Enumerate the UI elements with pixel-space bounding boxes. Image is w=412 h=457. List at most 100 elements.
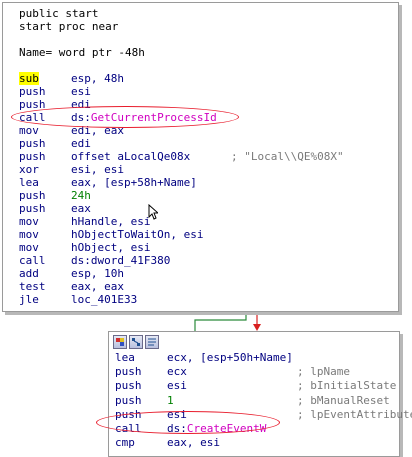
graph-icon[interactable]: [129, 335, 143, 349]
code-line: mov hHandle, esi: [19, 215, 389, 228]
code-line: Name= word ptr -48h: [19, 46, 389, 59]
code-line: call ds:dword_41F380: [19, 254, 389, 267]
operand-text: eax, esi: [167, 436, 220, 450]
comment: ; lpEventAttributes: [297, 407, 412, 421]
operand-text: ecx: [167, 365, 187, 379]
mnemonic: push: [19, 150, 46, 163]
operand-text: hHandle, esi: [71, 215, 151, 228]
operand: eax, esi: [167, 436, 220, 449]
code-line: jle loc_401E33: [19, 293, 389, 306]
operand: edi: [71, 137, 91, 150]
mnemonic: mov: [19, 228, 39, 241]
comment: ; "Local\\QE%08X": [231, 150, 344, 163]
highlight-ellipse-getcurrentprocessid: [11, 106, 239, 128]
operand-text: esi: [167, 379, 187, 393]
operand-text: eax, [esp+58h+Name]: [71, 176, 197, 189]
operand-text: hObject, esi: [71, 241, 151, 254]
operand-text: esi, esi: [71, 163, 124, 176]
code-line: lea ecx, [esp+50h+Name]: [115, 351, 395, 364]
operand-text: eax, eax: [71, 280, 124, 293]
code-line: push esi: [19, 85, 389, 98]
mnemonic: call: [19, 254, 46, 267]
mnemonic: push: [19, 202, 46, 215]
code-line: add esp, 10h: [19, 267, 389, 280]
operand-text: esi: [71, 85, 91, 98]
mnemonic: jle: [19, 293, 39, 306]
code-block-create-event[interactable]: lea ecx, [esp+50h+Name] push ecx; lpName pus…: [108, 331, 412, 457]
color-icon[interactable]: [113, 335, 127, 349]
mnemonic: test: [19, 280, 46, 293]
operand-text: edi: [71, 137, 91, 150]
operand-text: esp, 48h: [71, 72, 124, 85]
operand: ds:dword_41F380: [71, 254, 170, 267]
code-line: test eax, eax: [19, 280, 389, 293]
code-header: Name= word ptr -48h: [19, 46, 145, 59]
operand: esi, esi: [71, 163, 124, 176]
operand: eax, [esp+58h+Name]: [71, 176, 197, 189]
true-branch-edge: [194, 312, 247, 331]
code-header: public start: [19, 7, 99, 20]
code-block-start[interactable]: public start start proc near Name= word pt…: [2, 2, 399, 312]
code-line: push offset aLocalQe08x ; "Local\\QE%08X": [19, 150, 389, 163]
code-line: xor esi, esi: [19, 163, 389, 176]
operand-text: loc_401E33: [71, 293, 138, 306]
text-view-icon[interactable]: [145, 335, 159, 349]
operand: offset aLocalQe08x: [71, 150, 190, 163]
code-line: mov hObject, esi: [19, 241, 389, 254]
operand: loc_401E33: [71, 293, 137, 306]
mnemonic: mov: [19, 241, 39, 254]
operand-text: esp, 10h: [71, 267, 124, 280]
operand-text: ecx, [esp+50h+Name]: [167, 351, 293, 364]
operand-text: 1: [167, 393, 174, 407]
code-line: push ecx ; lpName: [115, 365, 395, 378]
code-line: start proc near: [19, 20, 389, 33]
operand-text: offset aLocalQe08x: [71, 150, 191, 163]
mnemonic: add: [19, 267, 39, 280]
operand: hObject, esi: [71, 241, 150, 254]
code-line: push eax: [19, 202, 389, 215]
code-line: push esi ; bInitialState: [115, 379, 397, 393]
operand-text: 24h: [71, 189, 91, 202]
code-line: public start: [19, 7, 389, 20]
operand: hHandle, esi: [71, 215, 150, 228]
mnemonic: push: [115, 379, 142, 393]
mnemonic: mov: [19, 215, 39, 228]
code-line: push 1 ; bManualReset: [115, 394, 395, 407]
comment: ; bManualReset: [297, 393, 390, 407]
mnemonic: xor: [19, 163, 39, 176]
operand: 1: [167, 394, 174, 407]
highlight-ellipse-createeventw: [96, 411, 280, 434]
operand: hObjectToWaitOn, esi: [71, 228, 203, 241]
mnemonic: lea: [115, 351, 135, 364]
mnemonic: push: [19, 189, 46, 202]
operand: 24h: [71, 189, 91, 202]
operand-text: eax: [71, 202, 91, 215]
code-line: lea eax, [esp+58h+Name]: [19, 176, 389, 189]
operand: eax: [71, 202, 91, 215]
mnemonic: push: [19, 85, 46, 98]
operand: ecx, [esp+50h+Name]: [167, 351, 293, 364]
false-branch-arrowhead: [253, 324, 261, 331]
code-line: push 24h: [19, 189, 389, 202]
operand-text: ds:dword_41F380: [71, 254, 171, 267]
code-header: start proc near: [19, 20, 119, 33]
mnemonic: sub: [19, 72, 39, 85]
operand: esi: [71, 85, 91, 98]
operand: esp, 48h: [71, 72, 124, 85]
code-line: push edi: [19, 137, 389, 150]
comment: ; lpName: [297, 365, 350, 379]
operand: ecx: [167, 365, 187, 378]
code-line: mov hObjectToWaitOn, esi: [19, 228, 389, 241]
mnemonic: push: [19, 137, 46, 150]
mnemonic: cmp: [115, 436, 135, 450]
operand: esi: [167, 379, 187, 392]
comment: ; bInitialState: [297, 379, 397, 393]
operand: esp, 10h: [71, 267, 124, 280]
mouse-cursor-icon: [148, 204, 158, 220]
code-line: sub esp, 48h: [19, 72, 389, 85]
mnemonic: push: [115, 393, 142, 407]
mnemonic: lea: [19, 176, 39, 189]
block-toolbar: [113, 335, 159, 349]
